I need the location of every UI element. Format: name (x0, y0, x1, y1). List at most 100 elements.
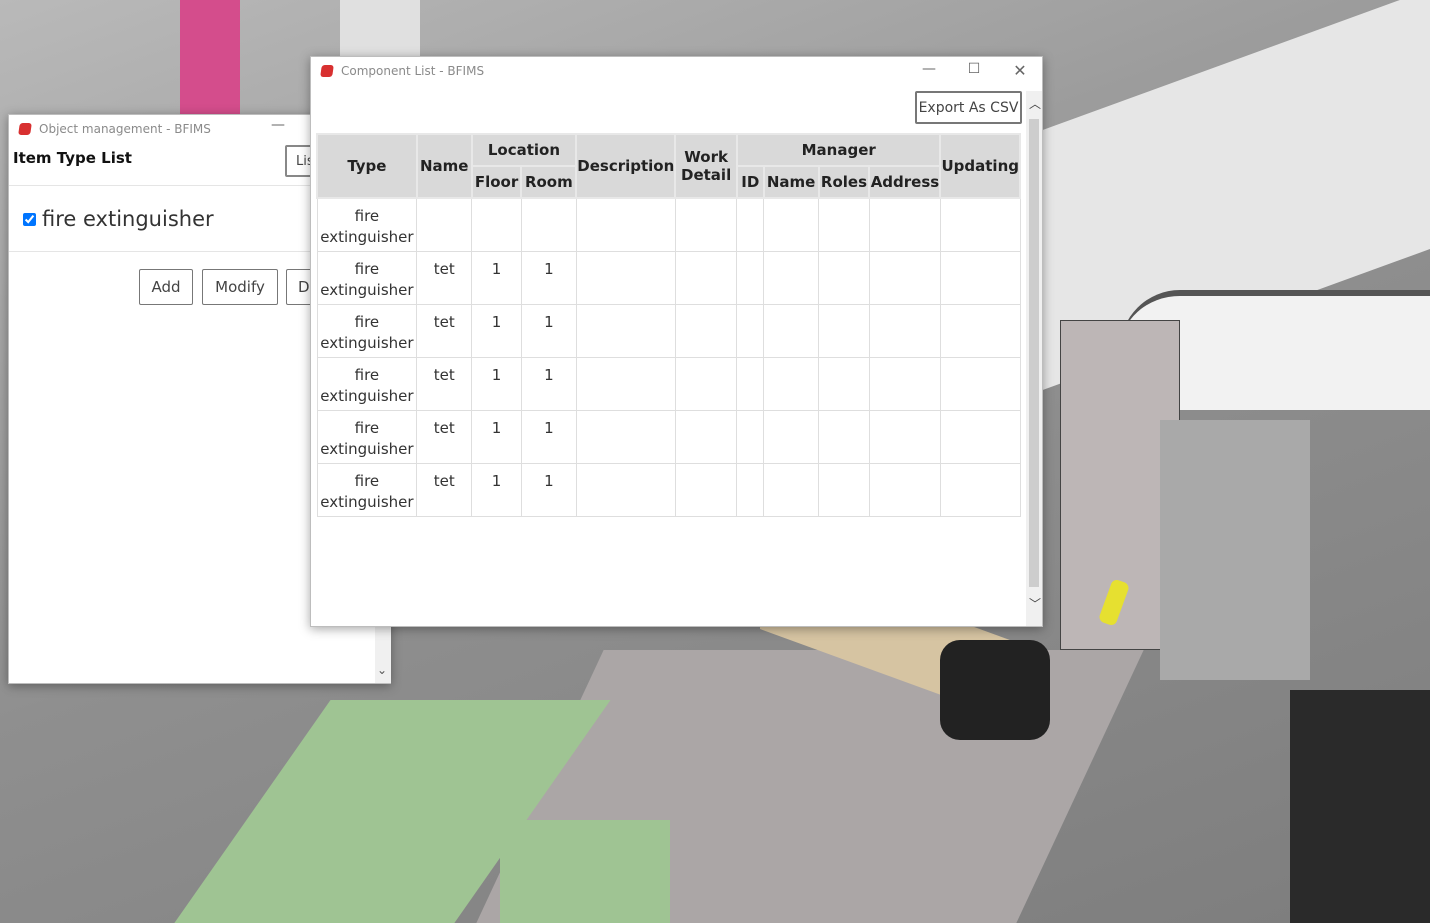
cell-address (868, 409, 941, 464)
table-row[interactable]: fire extinguisher tet 1 1 (316, 250, 1021, 305)
maximize-icon[interactable]: ☐ (959, 61, 989, 77)
cell-description (575, 303, 676, 358)
cell-roles (818, 197, 870, 252)
table-row[interactable]: fire extinguisher tet 1 1 (316, 356, 1021, 411)
cell-description (575, 462, 676, 517)
component-table: Type Name Location Description Work Deta… (316, 133, 1021, 517)
header-room[interactable]: Room (520, 165, 578, 199)
vertical-scrollbar[interactable]: ︿ ﹀ (1026, 91, 1042, 626)
header-manager[interactable]: Manager (735, 133, 942, 167)
cell-roles (818, 462, 870, 517)
header-roles[interactable]: Roles (817, 165, 871, 199)
cell-roles (818, 356, 870, 411)
add-button[interactable]: Add (139, 269, 193, 305)
close-icon[interactable]: ✕ (1005, 61, 1035, 80)
cell-name: tet (416, 409, 473, 464)
cell-type: fire extinguisher (316, 356, 418, 411)
cell-address (868, 197, 941, 252)
header-floor[interactable]: Floor (470, 165, 523, 199)
cell-room: 1 (520, 303, 577, 358)
cell-updating (939, 197, 1021, 252)
cell-work-detail (674, 303, 738, 358)
cell-description (575, 356, 676, 411)
item-type-row[interactable]: fire extinguisher (23, 207, 214, 231)
cell-manager-name (763, 303, 820, 358)
cell-work-detail (674, 356, 738, 411)
cell-name (416, 197, 473, 252)
table-row[interactable]: fire extinguisher tet 1 1 (316, 462, 1021, 517)
cell-name: tet (416, 356, 473, 411)
minimize-icon[interactable]: — (914, 61, 944, 77)
section-heading: Item Type List (13, 149, 132, 167)
item-label: fire extinguisher (42, 207, 214, 231)
cell-type: fire extinguisher (316, 462, 418, 517)
cell-floor: 1 (471, 356, 522, 411)
cell-manager-id (736, 197, 765, 252)
window-title: Component List - BFIMS (341, 64, 485, 78)
app-logo-icon (320, 65, 334, 77)
minimize-icon[interactable]: — (263, 117, 293, 133)
cell-floor: 1 (471, 303, 522, 358)
cell-room: 1 (520, 462, 577, 517)
cell-floor: 1 (471, 250, 522, 305)
scrollbar-thumb[interactable] (1029, 119, 1039, 587)
window-title: Object management - BFIMS (39, 122, 211, 136)
header-manager-id[interactable]: ID (735, 165, 765, 199)
chevron-down-icon[interactable]: ⌄ (377, 663, 387, 677)
cell-room: 1 (520, 356, 577, 411)
header-address[interactable]: Address (868, 165, 942, 199)
cell-floor: 1 (471, 409, 522, 464)
cell-type: fire extinguisher (316, 409, 418, 464)
cell-manager-id (736, 462, 765, 517)
cell-description (575, 197, 676, 252)
cell-work-detail (674, 462, 738, 517)
app-logo-icon (18, 123, 32, 135)
cell-address (868, 303, 941, 358)
export-csv-button[interactable]: Export As CSV (915, 91, 1022, 124)
cell-type: fire extinguisher (316, 197, 418, 252)
cell-room (520, 197, 577, 252)
cell-roles (818, 409, 870, 464)
header-location[interactable]: Location (470, 133, 578, 167)
cell-manager-name (763, 462, 820, 517)
header-updating[interactable]: Updating (939, 133, 1021, 199)
cell-address (868, 356, 941, 411)
cell-name: tet (416, 462, 473, 517)
cell-work-detail (674, 197, 738, 252)
cell-roles (818, 250, 870, 305)
cell-updating (939, 303, 1021, 358)
cell-name: tet (416, 303, 473, 358)
table-row[interactable]: fire extinguisher tet 1 1 (316, 303, 1021, 358)
header-type[interactable]: Type (316, 133, 418, 199)
cell-type: fire extinguisher (316, 250, 418, 305)
scrollbar[interactable]: ⌄ (375, 625, 391, 683)
cell-updating (939, 250, 1021, 305)
cell-floor: 1 (471, 462, 522, 517)
chevron-up-icon[interactable]: ︿ (1029, 95, 1041, 112)
cell-manager-name (763, 197, 820, 252)
header-manager-name[interactable]: Name (762, 165, 820, 199)
header-name[interactable]: Name (415, 133, 473, 199)
table-row[interactable]: fire extinguisher (316, 197, 1021, 252)
header-work-detail[interactable]: Work Detail (674, 133, 738, 199)
chevron-down-icon[interactable]: ﹀ (1029, 595, 1041, 612)
cell-name: tet (416, 250, 473, 305)
cell-manager-id (736, 250, 765, 305)
table-row[interactable]: fire extinguisher tet 1 1 (316, 409, 1021, 464)
cell-type: fire extinguisher (316, 303, 418, 358)
cell-manager-id (736, 409, 765, 464)
cell-description (575, 250, 676, 305)
cell-floor (471, 197, 522, 252)
cell-work-detail (674, 250, 738, 305)
item-checkbox[interactable] (23, 212, 36, 226)
modify-button[interactable]: Modify (202, 269, 278, 305)
cell-address (868, 462, 941, 517)
cell-manager-name (763, 409, 820, 464)
cell-manager-name (763, 250, 820, 305)
cell-manager-id (736, 303, 765, 358)
header-description[interactable]: Description (575, 133, 677, 199)
cell-updating (939, 409, 1021, 464)
cell-updating (939, 356, 1021, 411)
cell-room: 1 (520, 409, 577, 464)
cell-address (868, 250, 941, 305)
